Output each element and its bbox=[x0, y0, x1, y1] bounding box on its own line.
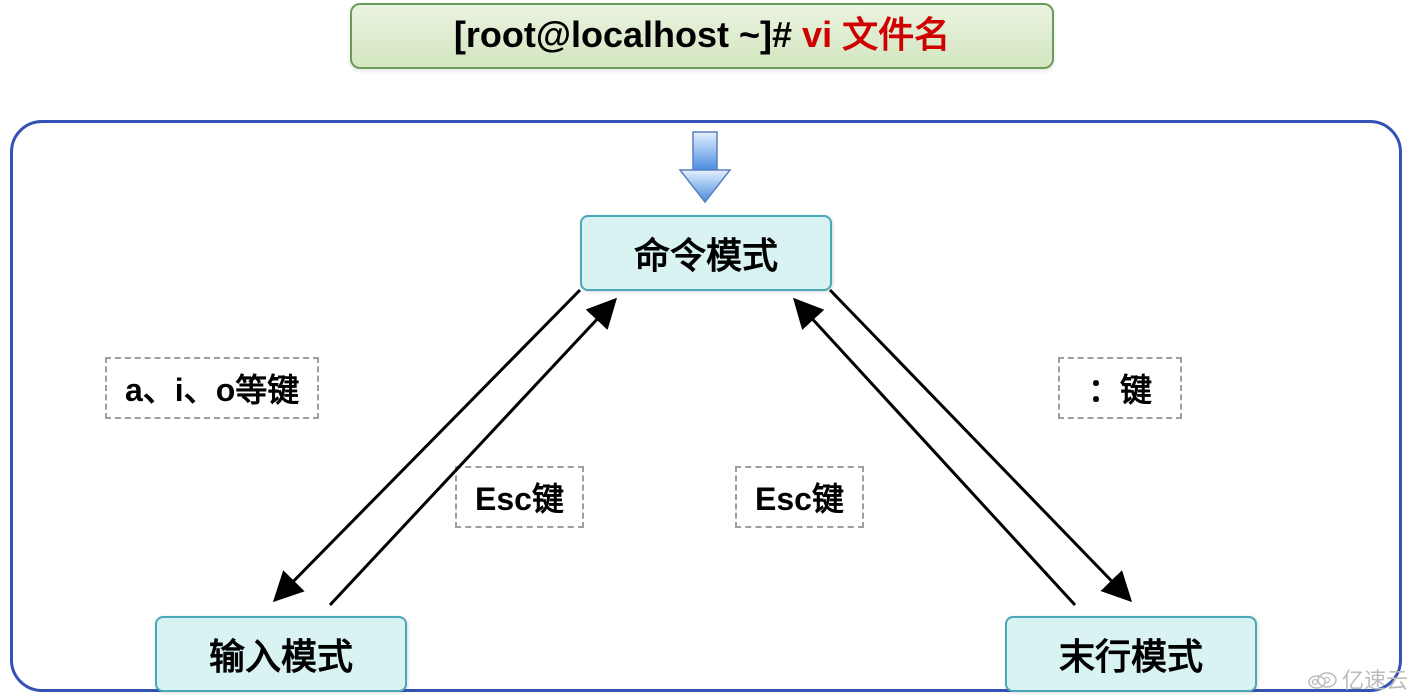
arrow-command-to-insert bbox=[0, 0, 1414, 699]
watermark: 亿速云 bbox=[1306, 663, 1408, 695]
watermark-text: 亿速云 bbox=[1342, 663, 1408, 695]
cloud-icon bbox=[1306, 668, 1338, 690]
